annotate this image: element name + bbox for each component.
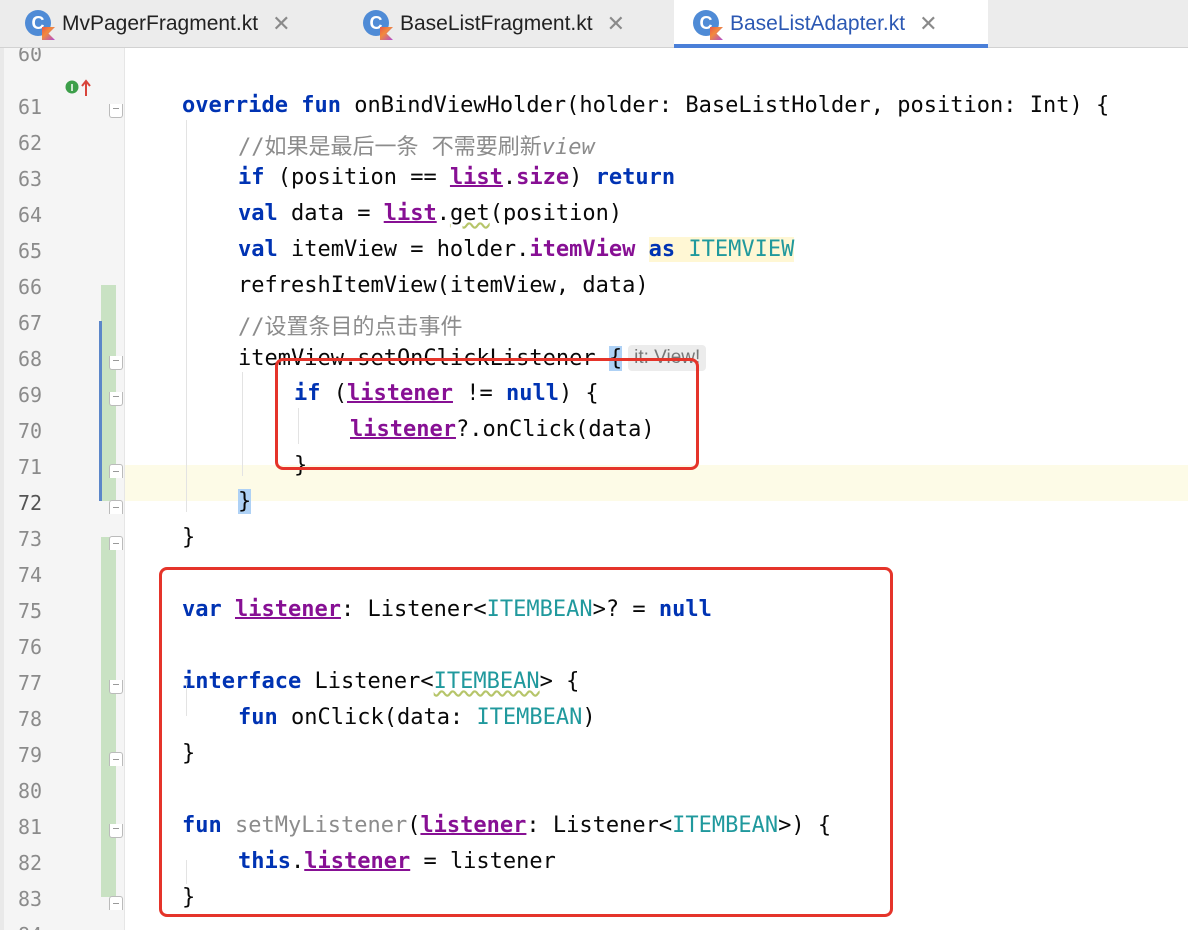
close-icon[interactable]: ✕ [919, 13, 937, 35]
line-number[interactable]: 72 [18, 491, 58, 515]
implements-icon[interactable]: I [64, 76, 98, 98]
tab-label: BaseListFragment.kt [400, 12, 593, 35]
fold-close-icon[interactable] [109, 536, 123, 550]
fold-open-icon[interactable] [109, 104, 123, 118]
line-number[interactable]: 81 [18, 815, 58, 839]
line-number[interactable]: 70 [18, 419, 58, 443]
line-number[interactable]: 65 [18, 239, 58, 263]
close-icon[interactable]: ✕ [607, 13, 625, 35]
close-icon[interactable]: ✕ [272, 13, 290, 35]
line-number[interactable]: 68 [18, 347, 58, 371]
line-number[interactable]: 67 [18, 311, 58, 335]
current-line-highlight [0, 465, 1188, 501]
line-number[interactable]: 74 [18, 563, 58, 587]
code-line[interactable]: val itemView = holder.itemView as ITEMVI… [238, 237, 795, 262]
fold-open-icon[interactable] [109, 824, 123, 838]
code-editor[interactable]: I 60 61 override fun onBindViewHolder(hold… [0, 48, 1188, 930]
tab-label: BaseListAdapter.kt [730, 12, 906, 35]
line-number[interactable]: 64 [18, 203, 58, 227]
line-number[interactable]: 61 [18, 95, 58, 119]
line-number[interactable]: 69 [18, 383, 58, 407]
line-number[interactable]: 66 [18, 275, 58, 299]
kotlin-class-icon: C [362, 9, 393, 40]
code-line[interactable]: } [182, 525, 195, 550]
line-number[interactable]: 63 [18, 167, 58, 191]
line-number[interactable]: 60 [18, 48, 58, 66]
tab-label: MvPagerFragment.kt [62, 12, 259, 35]
kotlin-class-icon: C [692, 9, 723, 40]
line-number[interactable]: 75 [18, 599, 58, 623]
fold-close-icon[interactable] [109, 896, 123, 910]
line-number[interactable]: 80 [18, 779, 58, 803]
fold-close-icon[interactable] [109, 464, 123, 478]
line-number[interactable]: 71 [18, 455, 58, 479]
fold-open-icon[interactable] [109, 392, 123, 406]
tab-baselistadapter[interactable]: C BaseListAdapter.kt ✕ [674, 0, 988, 48]
editor-tab-bar: C MvPagerFragment.kt ✕ C BaseListFragmen… [0, 0, 1188, 48]
fold-close-icon[interactable] [109, 752, 123, 766]
highlight-box-listener-interface [159, 567, 893, 917]
line-number[interactable]: 84 [18, 923, 58, 930]
kotlin-class-icon: C [24, 9, 55, 40]
line-number[interactable]: 82 [18, 851, 58, 875]
highlight-box-click-handler [275, 358, 699, 470]
fold-open-icon[interactable] [109, 680, 123, 694]
svg-text:I: I [71, 83, 74, 94]
line-number[interactable]: 62 [18, 131, 58, 155]
line-number[interactable]: 78 [18, 707, 58, 731]
modified-marker[interactable] [99, 321, 102, 501]
tab-mvpagerfragment[interactable]: C MvPagerFragment.kt ✕ [18, 0, 338, 48]
fold-close-icon[interactable] [109, 500, 123, 514]
line-number[interactable]: 79 [18, 743, 58, 767]
line-number[interactable]: 76 [18, 635, 58, 659]
editor-left-edge [0, 48, 4, 930]
line-number[interactable]: 83 [18, 887, 58, 911]
code-line[interactable]: val data = list.get(position) [238, 201, 622, 226]
code-line[interactable]: if (position == list.size) return [238, 165, 675, 190]
code-line[interactable]: override fun onBindViewHolder(holder: Ba… [182, 93, 1109, 118]
code-line[interactable]: //设置条目的点击事件 [238, 309, 463, 341]
tab-baselistfragment[interactable]: C BaseListFragment.kt ✕ [356, 0, 672, 48]
code-line[interactable]: } [238, 489, 252, 514]
change-marker[interactable] [101, 537, 116, 897]
line-number[interactable]: 77 [18, 671, 58, 695]
fold-open-icon[interactable] [109, 356, 123, 370]
code-line[interactable]: //如果是最后一条 不需要刷新view [238, 129, 595, 161]
code-line[interactable]: refreshItemView(itemView, data) [238, 273, 649, 298]
line-number[interactable]: 73 [18, 527, 58, 551]
